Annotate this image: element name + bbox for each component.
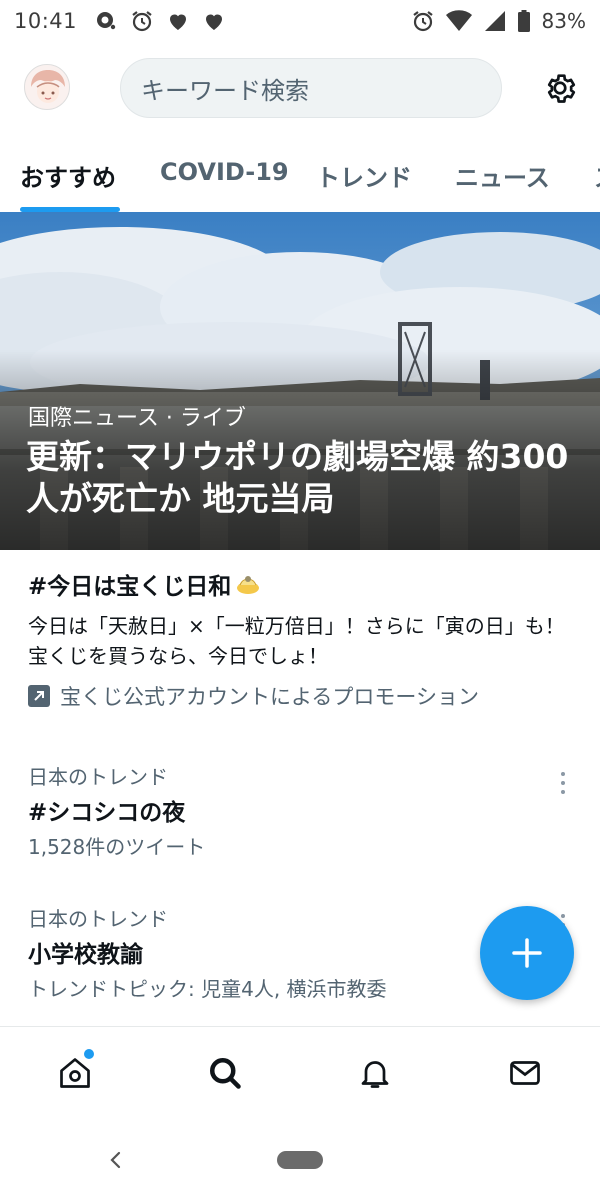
tab-news[interactable]: ニュース — [455, 144, 550, 214]
search-icon[interactable] — [205, 1053, 245, 1093]
tab-sports[interactable]: ス — [594, 144, 600, 214]
heart-icon — [199, 6, 229, 36]
status-bar: 10:41 83% — [0, 0, 600, 42]
bell-icon[interactable] — [355, 1053, 395, 1093]
search-input[interactable]: キーワード検索 — [120, 58, 502, 118]
new-content-dot — [84, 1049, 94, 1059]
bottom-nav — [0, 1026, 600, 1120]
tab-label: COVID-19 — [160, 158, 289, 186]
home-icon[interactable] — [55, 1053, 95, 1093]
system-nav-bar — [0, 1120, 600, 1200]
back-chevron-icon[interactable] — [104, 1148, 128, 1172]
signal-icon — [480, 6, 510, 36]
tab-recommended[interactable]: おすすめ — [20, 144, 120, 214]
trend-item[interactable]: 日本のトレンド #シコシコの夜 1,528件のツイート — [28, 764, 573, 860]
more-options-icon[interactable] — [553, 768, 573, 798]
status-right: 83% — [408, 6, 586, 36]
mail-icon[interactable] — [505, 1053, 545, 1093]
promoted-by-text: 宝くじ公式アカウントによるプロモーション — [60, 684, 479, 709]
home-pill[interactable] — [277, 1151, 323, 1169]
tab-label: ニュース — [455, 164, 550, 192]
promo-title-row: #今日は宝くじ日和 — [28, 572, 578, 603]
hero-headline[interactable]: 更新：マリウポリの劇場空爆 約300人が死亡か 地元当局 — [26, 436, 576, 520]
tab-label: おすすめ — [20, 164, 116, 192]
header: キーワード検索 — [0, 50, 600, 126]
heart-icon — [163, 6, 193, 36]
explore-tabs: おすすめ COVID-19 トレンド ニュース ス — [0, 144, 600, 214]
tab-covid19[interactable]: COVID-19 — [160, 144, 289, 214]
promoted-arrow-icon — [28, 684, 50, 707]
alarm-icon — [408, 6, 438, 36]
battery-percent: 83% — [541, 9, 586, 33]
promoted-trend[interactable]: #今日は宝くじ日和 今日は「天赦日」×「一粒万倍日」！さらに「寅の日」も！宝くじ… — [28, 572, 578, 711]
promo-description: 今日は「天赦日」×「一粒万倍日」！さらに「寅の日」も！宝くじを買うなら、今日でし… — [28, 613, 565, 668]
plus-icon — [512, 938, 542, 968]
gear-icon[interactable] — [538, 66, 582, 110]
trend-meta: 1,528件のツイート — [28, 835, 206, 859]
trend-name: #シコシコの夜 — [28, 800, 186, 826]
promo-title: #今日は宝くじ日和 — [28, 574, 232, 600]
trend-context: 日本のトレンド — [28, 765, 168, 789]
battery-icon — [516, 6, 532, 36]
avatar[interactable] — [24, 64, 70, 110]
compose-button[interactable] — [480, 906, 574, 1000]
alarm-icon — [127, 6, 157, 36]
search-placeholder: キーワード検索 — [141, 76, 309, 105]
hero-category: 国際ニュース · ライブ — [28, 406, 246, 431]
status-time: 10:41 — [14, 9, 78, 33]
hero-news-card[interactable]: 国際ニュース · ライブ 更新：マリウポリの劇場空爆 約300人が死亡か 地元当… — [0, 212, 600, 550]
promoted-label-row: 宝くじ公式アカウントによるプロモーション — [28, 681, 578, 711]
notification-icon — [91, 6, 121, 36]
tab-label: トレンド — [316, 164, 412, 192]
tab-trends[interactable]: トレンド — [316, 144, 412, 214]
tab-label: ス — [594, 164, 600, 192]
wifi-icon — [444, 6, 474, 36]
lottery-icon — [235, 573, 261, 603]
